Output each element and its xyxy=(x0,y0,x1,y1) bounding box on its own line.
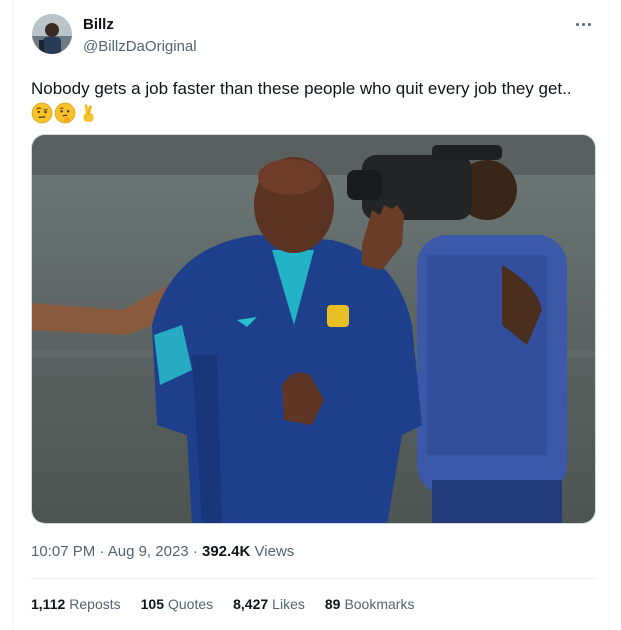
face-with-raised-eyebrow-icon xyxy=(31,102,53,124)
quotes-stat[interactable]: 105 Quotes xyxy=(141,596,214,612)
engagement-stats: 1,112 Reposts 105 Quotes 8,427 Likes 89 Book… xyxy=(31,596,414,612)
reposts-stat[interactable]: 1,112 Reposts xyxy=(31,596,121,612)
divider xyxy=(31,578,596,579)
more-options-button[interactable] xyxy=(571,14,595,34)
tweet-time[interactable]: 10:07 PM xyxy=(31,543,95,560)
crossed-fingers-icon xyxy=(83,104,94,122)
tweet-date[interactable]: Aug 9, 2023 xyxy=(108,543,189,560)
meta-separator: · xyxy=(192,543,198,560)
quotes-count: 105 xyxy=(140,596,164,612)
tweet-metadata: 10:07 PM · Aug 9, 2023 · 392.4K Views xyxy=(31,543,294,560)
avatar-image xyxy=(32,14,72,54)
quotes-label: Quotes xyxy=(167,596,214,612)
tweet-photo[interactable] xyxy=(31,134,596,524)
reposts-count: 1,112 xyxy=(31,596,66,612)
bookmarks-stat[interactable]: 89 Bookmarks xyxy=(325,596,415,612)
author-handle[interactable]: @BillzDaOriginal xyxy=(83,38,197,55)
likes-count: 8,427 xyxy=(233,596,269,612)
meta-separator: · xyxy=(99,543,105,560)
tweet-card: Billz @BillzDaOriginal Nobody gets a job… xyxy=(12,0,610,630)
views-label: Views xyxy=(254,543,295,560)
tweet-text: Nobody gets a job faster than these peop… xyxy=(31,79,572,98)
reposts-label: Reposts xyxy=(69,596,121,612)
tweet-photo-image xyxy=(32,135,595,523)
bookmarks-label: Bookmarks xyxy=(344,596,415,612)
views-count: 392.4K xyxy=(201,543,251,560)
more-dot-icon xyxy=(587,22,591,26)
likes-stat[interactable]: 8,427 Likes xyxy=(233,596,305,612)
more-dot-icon xyxy=(575,22,579,26)
more-dot-icon xyxy=(581,22,585,26)
bookmarks-count: 89 xyxy=(324,596,341,612)
likes-label: Likes xyxy=(272,596,305,612)
avatar[interactable] xyxy=(32,14,72,54)
thinking-face-icon xyxy=(54,102,76,124)
author-name[interactable]: Billz xyxy=(83,16,114,33)
tweet-emojis xyxy=(31,102,99,124)
